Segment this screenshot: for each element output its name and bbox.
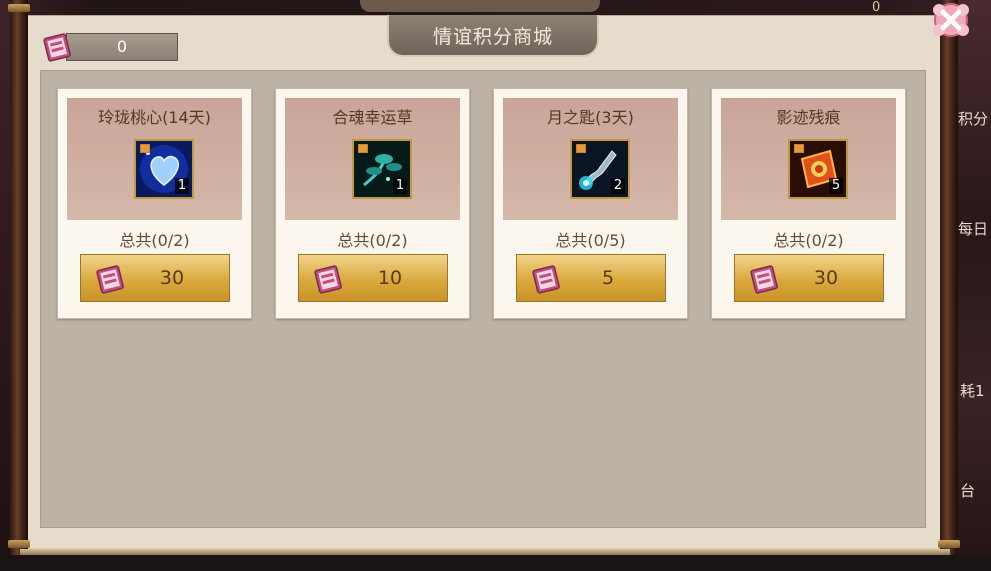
background-text-stage: 台 — [960, 482, 976, 500]
lock-icon — [358, 144, 368, 153]
currency-value: 0 — [116, 37, 128, 56]
item-name: 月之匙(3天) — [547, 108, 634, 127]
bottom-bar — [0, 555, 991, 571]
item-count: 1 — [175, 178, 189, 194]
shop-item-card: 月之匙(3天) 2 总共(0/5) 5 — [493, 88, 688, 319]
shadow-trace-icon[interactable]: 5 — [788, 139, 848, 199]
item-count: 1 — [393, 178, 407, 194]
lock-icon — [576, 144, 586, 153]
shop-item-card: 影迹残痕 5 总共(0/2) 30 — [711, 88, 906, 319]
rod-cap — [8, 4, 30, 12]
page-title: 情谊积分商城 — [432, 26, 553, 48]
background-number: 0 — [872, 0, 881, 15]
item-name: 合魂幸运草 — [332, 108, 413, 127]
xiayi-points-icon — [747, 263, 781, 295]
close-x-icon — [933, 3, 969, 37]
item-price: 10 — [377, 267, 403, 289]
purchase-limit: 总共(0/2) — [337, 231, 408, 250]
item-price: 30 — [813, 267, 839, 289]
scroll-rod-right — [938, 0, 960, 571]
rod-cap — [8, 540, 30, 548]
teal-clover-icon[interactable]: 1 — [352, 139, 412, 199]
shop-item-card: 玲珑桃心(14天) 1 总共(0/2) 30 — [57, 88, 252, 319]
card-header: 月之匙(3天) 2 — [503, 98, 678, 220]
buy-button[interactable]: 5 — [516, 254, 666, 302]
currency-display: 0 — [66, 33, 178, 61]
background-text-points: 积分 — [958, 110, 989, 128]
purchase-limit: 总共(0/2) — [119, 231, 190, 250]
lock-icon — [140, 144, 150, 153]
item-count: 5 — [829, 178, 843, 194]
background-top-banner — [360, 0, 600, 12]
buy-button[interactable]: 30 — [80, 254, 230, 302]
rod-cap — [938, 540, 960, 548]
background-text-cost: 耗1 — [960, 382, 985, 400]
xiayi-points-icon — [529, 263, 563, 295]
xiayi-points-icon — [311, 263, 345, 295]
item-price: 30 — [159, 267, 185, 289]
buy-button[interactable]: 10 — [298, 254, 448, 302]
buy-button[interactable]: 30 — [734, 254, 884, 302]
xiayi-points-icon — [40, 31, 74, 63]
item-name: 影迹残痕 — [776, 108, 841, 127]
purchase-limit: 总共(0/5) — [555, 231, 626, 250]
item-price: 5 — [601, 267, 615, 289]
card-header: 合魂幸运草 1 — [285, 98, 460, 220]
shop-item-card: 合魂幸运草 1 总共(0/2) 10 — [275, 88, 470, 319]
title-tab: 情谊积分商城 — [387, 15, 599, 57]
scroll-rod-left — [8, 0, 30, 571]
xiayi-points-icon — [93, 263, 127, 295]
lock-icon — [794, 144, 804, 153]
background-text-daily: 每日 — [958, 220, 989, 238]
item-count: 2 — [611, 178, 625, 194]
item-name: 玲珑桃心(14天) — [98, 108, 211, 127]
card-header: 玲珑桃心(14天) 1 — [67, 98, 242, 220]
close-button[interactable] — [929, 0, 973, 40]
blue-heart-icon[interactable]: 1 — [134, 139, 194, 199]
moon-key-icon[interactable]: 2 — [570, 139, 630, 199]
card-header: 影迹残痕 5 — [721, 98, 896, 220]
purchase-limit: 总共(0/2) — [773, 231, 844, 250]
